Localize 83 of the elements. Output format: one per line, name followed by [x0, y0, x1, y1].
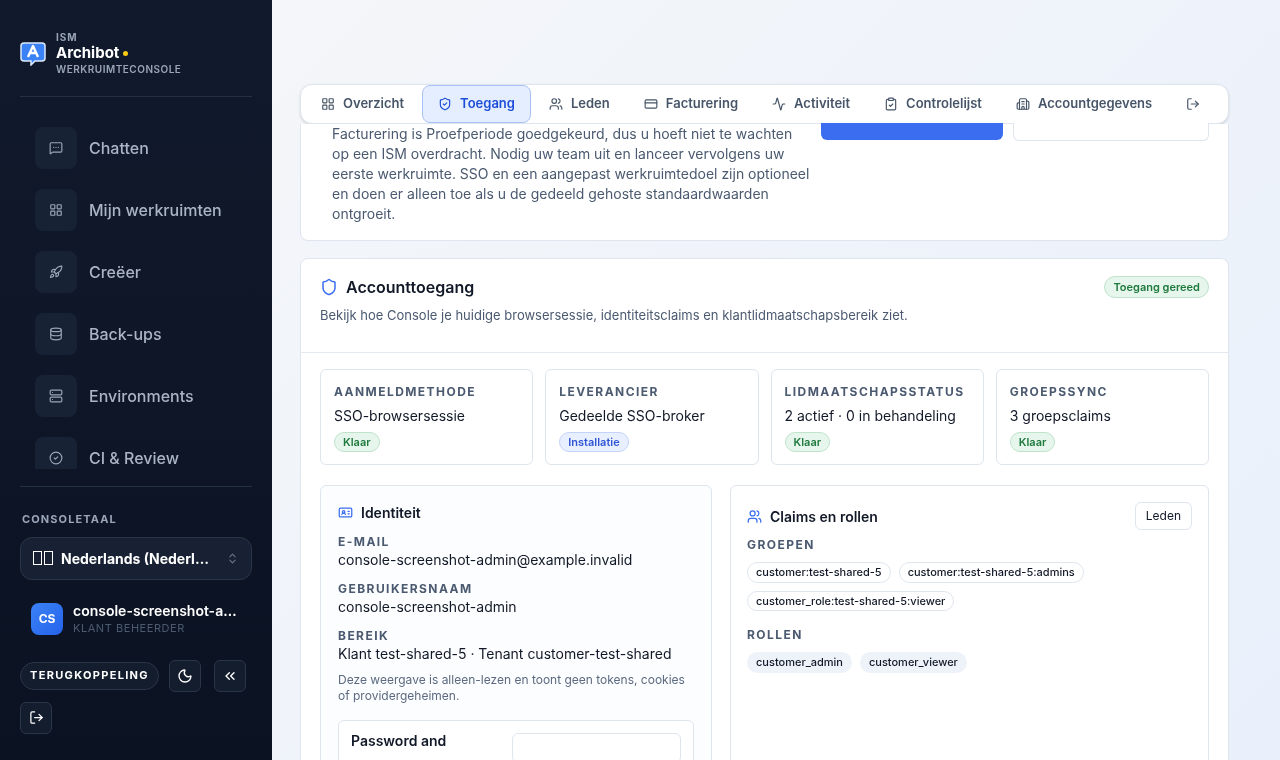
theme-button[interactable]: [168, 659, 201, 692]
card-title: Accounttoegang: [346, 276, 476, 299]
stat-value: 2 actief · 0 in behandeling: [784, 405, 957, 426]
stat-label: LEVERANCIER: [559, 382, 660, 401]
intro-text: Facturering is Proefperiode goedgekeurd, dus u hoeft niet te wachten op een ISM overdracht. Nodig uw team uit en lanceer vervolgens uw eerste werkruimte. SSO en een aangepast werkruimtedoel zijn optioneel en doen er alleen toe als u de gedeeld gehoste standaardwaarden ontgroeit.: [332, 124, 811, 224]
field-label: BEREIK: [338, 628, 391, 644]
database-icon: [49, 327, 63, 341]
field-value: console-screenshot-admin: [338, 597, 518, 617]
users-icon: [548, 97, 563, 111]
grid-icon: [49, 203, 63, 217]
identity-note: Deze weergave is alleen-lezen en toont geen tokens, cookies of providergeheimen.: [338, 672, 686, 704]
check-circle-icon: [49, 451, 63, 465]
nav-item[interactable]: CI & Review: [35, 437, 252, 469]
nav-item[interactable]: Back-ups: [35, 313, 252, 355]
logout-icon: [1186, 97, 1201, 111]
nav-item[interactable]: Chatten: [35, 127, 252, 169]
brand-name: Archibot: [56, 43, 120, 63]
moon-icon: [176, 667, 193, 684]
field-label: GEBRUIKERSNAAM: [338, 581, 474, 597]
collapse-button[interactable]: [213, 659, 246, 692]
tab[interactable]: Toegang: [422, 85, 531, 123]
role-chip: customer_admin: [747, 652, 852, 673]
logout-button[interactable]: [20, 701, 52, 734]
stat-value: 3 groepsclaims: [1009, 405, 1112, 426]
password-field[interactable]: [512, 733, 681, 760]
language-select[interactable]: Nederlands (Nederl…: [20, 536, 252, 580]
rocket-icon: [49, 265, 63, 279]
stat-value: Gedeelde SSO-broker: [559, 405, 706, 426]
panel-title: Identiteit: [361, 503, 421, 523]
tab[interactable]: Controlelijst: [868, 85, 998, 123]
feedback-button[interactable]: TERUGKOPPELING: [20, 661, 159, 690]
shield-icon: [438, 97, 453, 111]
grid-icon: [321, 97, 335, 111]
stat-value: SSO-browsersessie: [334, 405, 467, 426]
tab[interactable]: Leden: [532, 85, 626, 123]
status-badge: Klaar: [334, 431, 380, 452]
password-title: Password and: [351, 733, 447, 749]
clipboard-icon: [884, 97, 899, 111]
field-value: console-screenshot-admin@example.invalid: [338, 550, 634, 570]
tab[interactable]: Accountgegevens: [999, 85, 1169, 123]
stat-label: GROEPSSYNC: [1009, 382, 1109, 401]
status-badge: Klaar: [1009, 431, 1056, 452]
group-chip: customer_role:test-shared-5:viewer: [747, 590, 955, 611]
group-chip: customer:test-shared-5: [747, 562, 891, 583]
logout-icon: [28, 710, 44, 725]
chevrons-icon: [226, 551, 239, 565]
tab[interactable]: Activiteit: [756, 85, 867, 123]
pulse-icon: [772, 97, 787, 111]
chat-icon: [49, 141, 63, 155]
tab[interactable]: Overzicht: [305, 85, 421, 123]
tab[interactable]: Facturering: [627, 85, 755, 123]
user-role: KLANT BEHEERDER: [73, 619, 186, 636]
building-icon: [1015, 97, 1030, 111]
secondary-button[interactable]: [1013, 123, 1209, 141]
card-description: Bekijk hoe Console je huidige browsersessie, identiteitsclaims en klantlidmaatschapsbereik ziet.: [320, 306, 909, 325]
nav-item[interactable]: Environments: [35, 375, 252, 417]
avatar: CS: [31, 602, 63, 635]
status-badge: Toegang gereed: [1104, 275, 1209, 299]
panel-title: Claims en rollen: [770, 506, 879, 527]
user-name: console-screenshot-a…: [73, 601, 237, 620]
field-label: E-MAIL: [338, 534, 391, 550]
server-icon: [49, 389, 63, 403]
id-card-icon: [338, 505, 353, 520]
status-badge: Installatie: [559, 431, 629, 452]
flag-icon: [33, 551, 53, 565]
group-chip: customer:test-shared-5:admins: [898, 562, 1084, 583]
stat-label: AANMELDMETHODE: [334, 382, 477, 401]
stat-label: LIDMAATSCHAPSSTATUS: [784, 382, 966, 401]
brand-eyebrow: ISM: [56, 31, 79, 43]
nav-item[interactable]: Mijn werkruimten: [35, 189, 252, 231]
roles-label: ROLLEN: [747, 626, 804, 644]
status-badge: Klaar: [784, 431, 831, 452]
users-icon: [747, 508, 762, 524]
shield-icon: [320, 278, 338, 296]
language-label: CONSOLETAAL: [21, 511, 118, 528]
brand-subtitle: WERKRUIMTECONSOLE: [56, 63, 182, 75]
field-value: Klant test-shared-5 · Tenant customer-test-shared: [338, 644, 673, 664]
groups-label: GROEPEN: [747, 536, 816, 554]
logo-icon: [20, 40, 46, 66]
nav-item[interactable]: Creëer: [35, 251, 252, 293]
members-button[interactable]: Leden: [1134, 502, 1192, 530]
card-icon: [643, 97, 658, 111]
role-chip: customer_viewer: [859, 652, 967, 673]
